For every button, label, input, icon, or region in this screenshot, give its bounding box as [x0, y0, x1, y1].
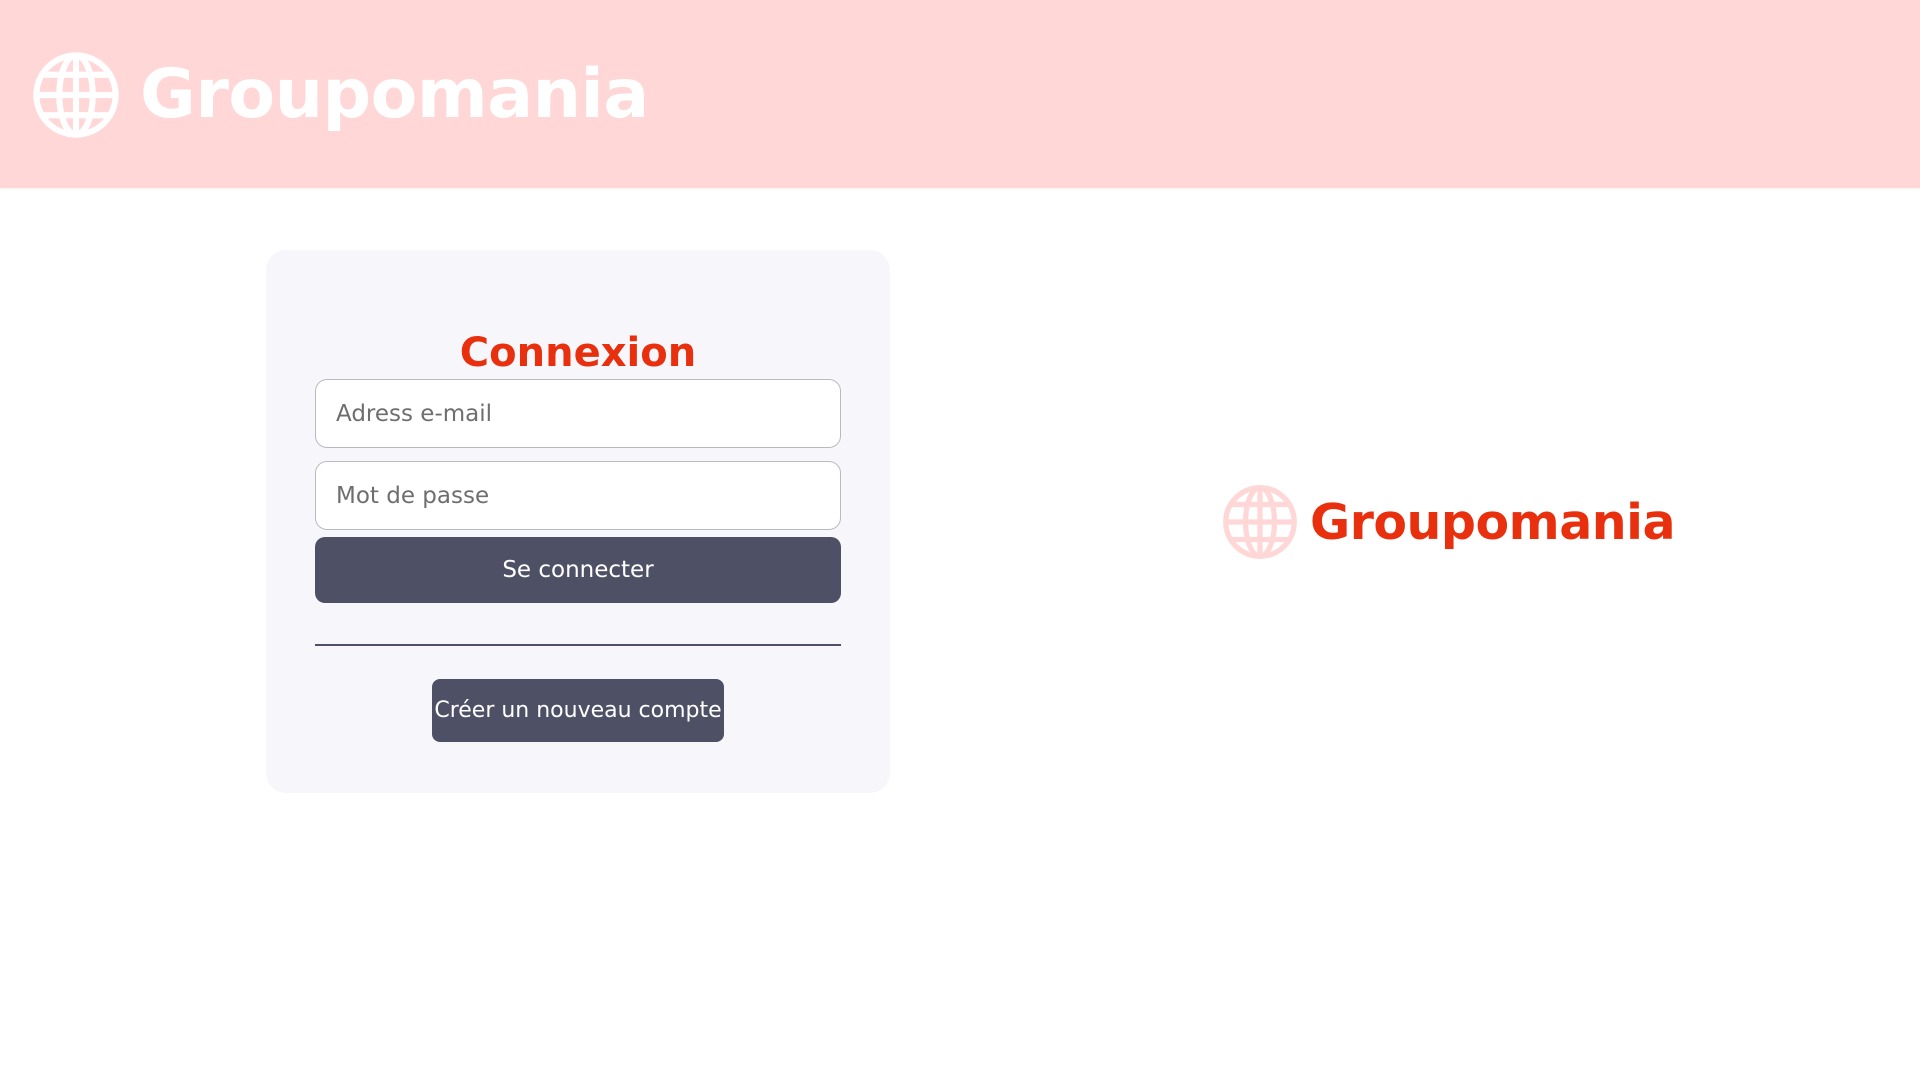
- password-field[interactable]: [315, 461, 841, 530]
- login-button[interactable]: Se connecter: [315, 537, 841, 603]
- email-field[interactable]: [315, 379, 841, 448]
- login-card: Connexion Se connecter Créer un nouveau …: [266, 250, 890, 793]
- globe-icon: [1222, 484, 1298, 560]
- create-account-button[interactable]: Créer un nouveau compte: [432, 679, 724, 742]
- header-logo[interactable]: Groupomania: [32, 50, 649, 140]
- side-logo: Groupomania: [1222, 482, 1676, 562]
- header-logo-text: Groupomania: [140, 55, 649, 134]
- side-logo-text: Groupomania: [1310, 493, 1676, 551]
- app-header: Groupomania: [0, 0, 1920, 188]
- login-title: Connexion: [459, 329, 697, 376]
- divider: [315, 644, 841, 646]
- globe-icon: [32, 51, 120, 139]
